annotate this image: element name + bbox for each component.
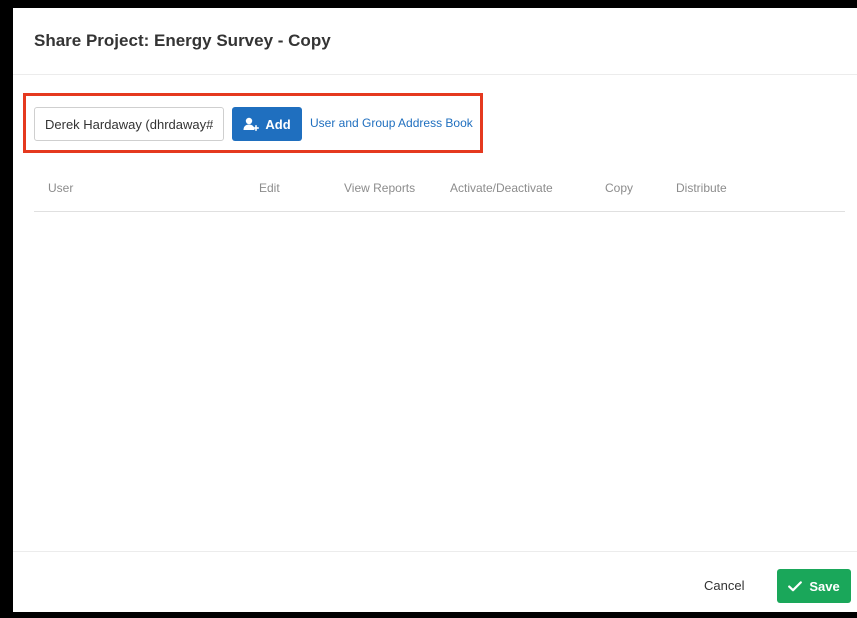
share-project-dialog: Share Project: Energy Survey - Copy Add … (13, 8, 857, 612)
cancel-button[interactable]: Cancel (704, 578, 744, 593)
column-header-distribute: Distribute (676, 181, 727, 195)
save-button[interactable]: Save (777, 569, 851, 603)
permissions-table-header: User Edit View Reports Activate/Deactiva… (34, 171, 845, 212)
add-user-icon (243, 117, 260, 131)
save-button-label: Save (809, 578, 840, 594)
column-header-copy: Copy (605, 181, 634, 195)
column-header-activate-deactivate: Activate/Deactivate (450, 181, 553, 195)
address-book-link[interactable]: User and Group Address Book (310, 116, 473, 130)
user-search-input[interactable] (34, 107, 224, 141)
checkmark-icon (788, 580, 803, 592)
screenshot-frame: Share Project: Energy Survey - Copy Add … (0, 0, 857, 618)
add-button-label: Add (265, 116, 291, 132)
dialog-title: Share Project: Energy Survey - Copy (34, 31, 331, 50)
dialog-footer: Cancel Save (13, 551, 857, 612)
column-header-view-reports: View Reports (344, 181, 416, 195)
dialog-header: Share Project: Energy Survey - Copy (13, 8, 857, 75)
column-header-edit: Edit (259, 181, 280, 195)
add-user-button[interactable]: Add (232, 107, 302, 141)
column-header-user: User (48, 181, 74, 195)
